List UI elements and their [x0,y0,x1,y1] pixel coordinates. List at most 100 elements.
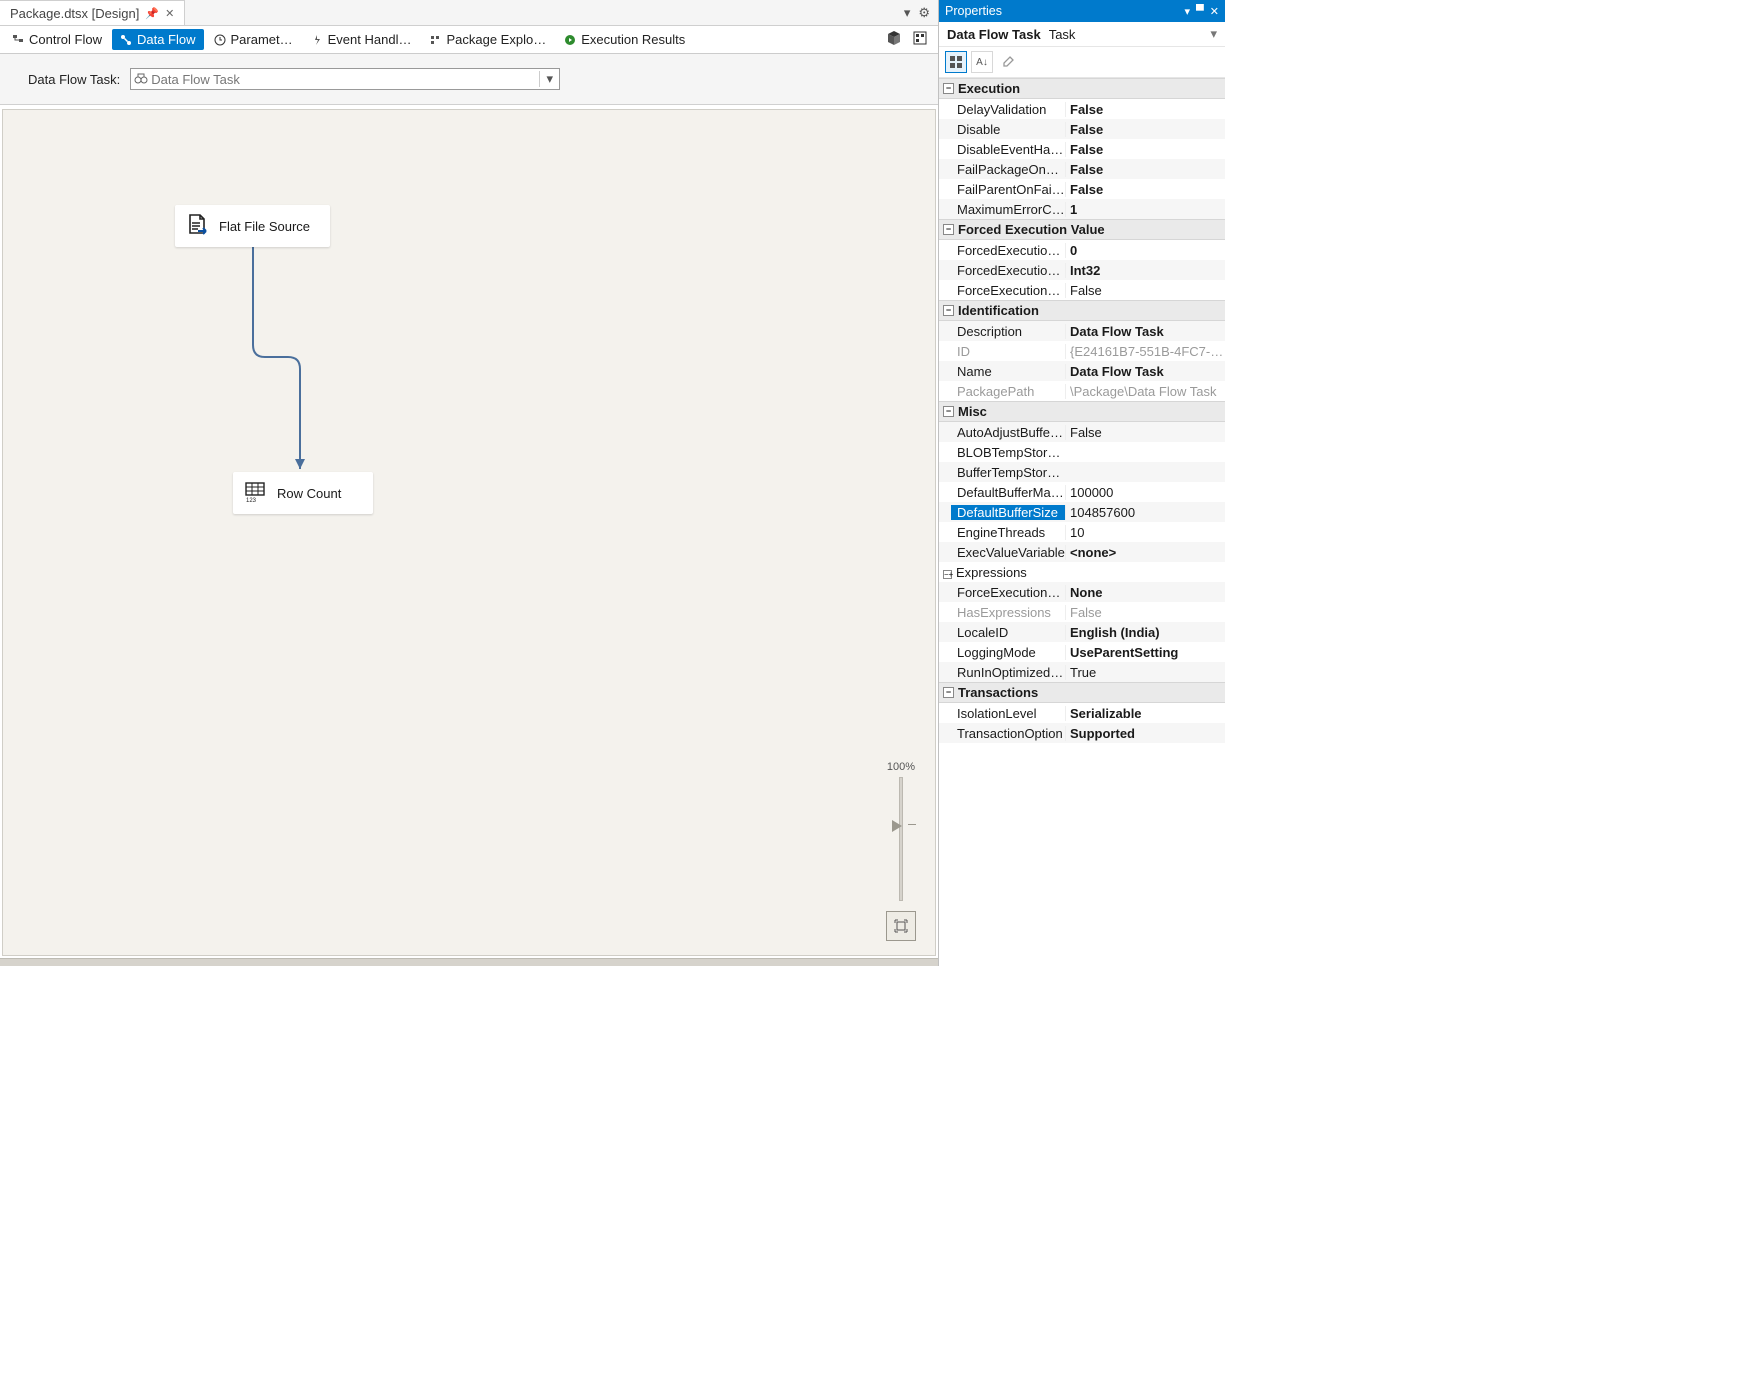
property-row[interactable]: HasExpressionsFalse [939,602,1225,622]
property-name: +Expressions [939,565,1065,580]
chevron-down-icon[interactable]: ▾ [1210,26,1217,42]
tab-data-flow[interactable]: Data Flow [112,29,204,50]
property-row[interactable]: DefaultBufferMaxRows100000 [939,482,1225,502]
property-row[interactable]: DisableFalse [939,119,1225,139]
property-value[interactable]: False [1065,182,1225,197]
zoom-control[interactable]: 100% [881,761,921,941]
pin-icon[interactable]: 📌 [145,7,159,20]
designer-view-tabs: Control Flow Data Flow Paramet… Event Ha… [0,26,938,54]
designer-node-flat-file-source[interactable]: Flat File Source [175,205,330,247]
property-row[interactable]: DelayValidationFalse [939,99,1225,119]
property-value[interactable]: False [1065,425,1225,440]
property-row[interactable]: BLOBTempStoragePath [939,442,1225,462]
property-name: ForcedExecutionValueType [939,263,1065,278]
chevron-down-icon[interactable]: ▾ [539,71,559,87]
property-value[interactable]: \Package\Data Flow Task [1065,384,1225,399]
property-value[interactable]: 10 [1065,525,1225,540]
category-forced[interactable]: Forced Execution Value [939,219,1225,240]
toolbox-icon[interactable] [886,30,902,49]
property-row[interactable]: +Expressions [939,562,1225,582]
property-row[interactable]: ID{E24161B7-551B-4FC7-8991-FBAD [939,341,1225,361]
property-value[interactable]: UseParentSetting [1065,645,1225,660]
property-row[interactable]: PackagePath\Package\Data Flow Task [939,381,1225,401]
property-value[interactable]: False [1065,102,1225,117]
property-value[interactable]: Data Flow Task [1065,324,1225,339]
property-value[interactable]: <none> [1065,545,1225,560]
property-row[interactable]: DisableEventHandlersFalse [939,139,1225,159]
gear-icon[interactable]: ⚙ [918,5,930,21]
property-value[interactable]: Supported [1065,726,1225,741]
property-row[interactable]: ForcedExecutionValue0 [939,240,1225,260]
category-transactions[interactable]: Transactions [939,682,1225,703]
property-row[interactable]: EngineThreads10 [939,522,1225,542]
property-row[interactable]: ExecValueVariable<none> [939,542,1225,562]
property-value[interactable]: English (India) [1065,625,1225,640]
property-row[interactable]: DefaultBufferSize104857600 [939,502,1225,522]
variables-icon[interactable] [912,30,928,49]
property-row[interactable]: MaximumErrorCount1 [939,199,1225,219]
close-icon[interactable]: ✕ [165,7,174,20]
property-name: ForcedExecutionValue [939,243,1065,258]
properties-grid[interactable]: ExecutionDelayValidationFalseDisableFals… [939,78,1225,966]
tab-parameters[interactable]: Paramet… [206,29,301,50]
window-dropdown-icon[interactable]: ▾ [1184,5,1190,18]
property-value[interactable]: None [1065,585,1225,600]
property-row[interactable]: FailParentOnFailureFalse [939,179,1225,199]
property-value[interactable]: {E24161B7-551B-4FC7-8991-FBAD [1065,344,1225,359]
property-name: ExecValueVariable [939,545,1065,560]
property-value[interactable]: 104857600 [1065,505,1225,520]
data-flow-task-input[interactable] [151,72,539,87]
tab-package-explorer[interactable]: Package Explo… [421,29,554,50]
property-row[interactable]: LoggingModeUseParentSetting [939,642,1225,662]
data-flow-task-combo[interactable]: ▾ [130,68,560,90]
property-value[interactable]: False [1065,122,1225,137]
property-row[interactable]: AutoAdjustBufferSizeFalse [939,422,1225,442]
property-value[interactable]: False [1065,605,1225,620]
designer-node-row-count[interactable]: 123 Row Count [233,472,373,514]
property-row[interactable]: ForcedExecutionValueTypeInt32 [939,260,1225,280]
tab-event-handlers[interactable]: Event Handl… [303,29,420,50]
tab-execution-results[interactable]: Execution Results [556,29,693,50]
property-row[interactable]: ForceExecutionResultNone [939,582,1225,602]
category-misc[interactable]: Misc [939,401,1225,422]
properties-object-selector[interactable]: Data Flow Task Task ▾ [939,22,1225,47]
property-value[interactable]: False [1065,283,1225,298]
document-tab[interactable]: Package.dtsx [Design] 📌 ✕ [0,0,185,25]
property-row[interactable]: ForceExecutionValueFalse [939,280,1225,300]
property-row[interactable]: LocaleIDEnglish (India) [939,622,1225,642]
property-value[interactable]: Int32 [1065,263,1225,278]
tab-control-flow[interactable]: Control Flow [4,29,110,50]
zoom-thumb[interactable] [892,820,902,832]
zoom-fit-button[interactable] [886,911,916,941]
close-icon[interactable]: ✕ [1210,5,1219,18]
property-row[interactable]: FailPackageOnFailureFalse [939,159,1225,179]
property-row[interactable]: BufferTempStoragePath [939,462,1225,482]
property-row[interactable]: DescriptionData Flow Task [939,321,1225,341]
zoom-track[interactable] [899,777,903,901]
object-type: Task [1049,27,1076,42]
property-value[interactable]: Serializable [1065,706,1225,721]
property-row[interactable]: IsolationLevelSerializable [939,703,1225,723]
designer-canvas[interactable]: Flat File Source 123 Row Count 10 [2,109,936,956]
property-value[interactable]: 0 [1065,243,1225,258]
property-row[interactable]: RunInOptimizedModeTrue [939,662,1225,682]
property-row[interactable]: NameData Flow Task [939,361,1225,381]
category-execution[interactable]: Execution [939,78,1225,99]
property-value[interactable]: True [1065,665,1225,680]
property-value[interactable]: 1 [1065,202,1225,217]
tabs-dropdown-icon[interactable]: ▾ [904,5,911,21]
property-value[interactable]: False [1065,162,1225,177]
property-name: MaximumErrorCount [939,202,1065,217]
categorized-button[interactable] [945,51,967,73]
object-name: Data Flow Task [947,27,1041,42]
property-value[interactable]: False [1065,142,1225,157]
property-value[interactable]: 100000 [1065,485,1225,500]
property-name: FailPackageOnFailure [939,162,1065,177]
property-row[interactable]: TransactionOptionSupported [939,723,1225,743]
category-identification[interactable]: Identification [939,300,1225,321]
property-value[interactable]: Data Flow Task [1065,364,1225,379]
connector-arrow[interactable] [252,247,332,472]
alphabetical-button[interactable]: A↓ [971,51,993,73]
properties-icon[interactable] [997,51,1019,73]
pin-icon[interactable]: ▀ [1196,5,1204,18]
